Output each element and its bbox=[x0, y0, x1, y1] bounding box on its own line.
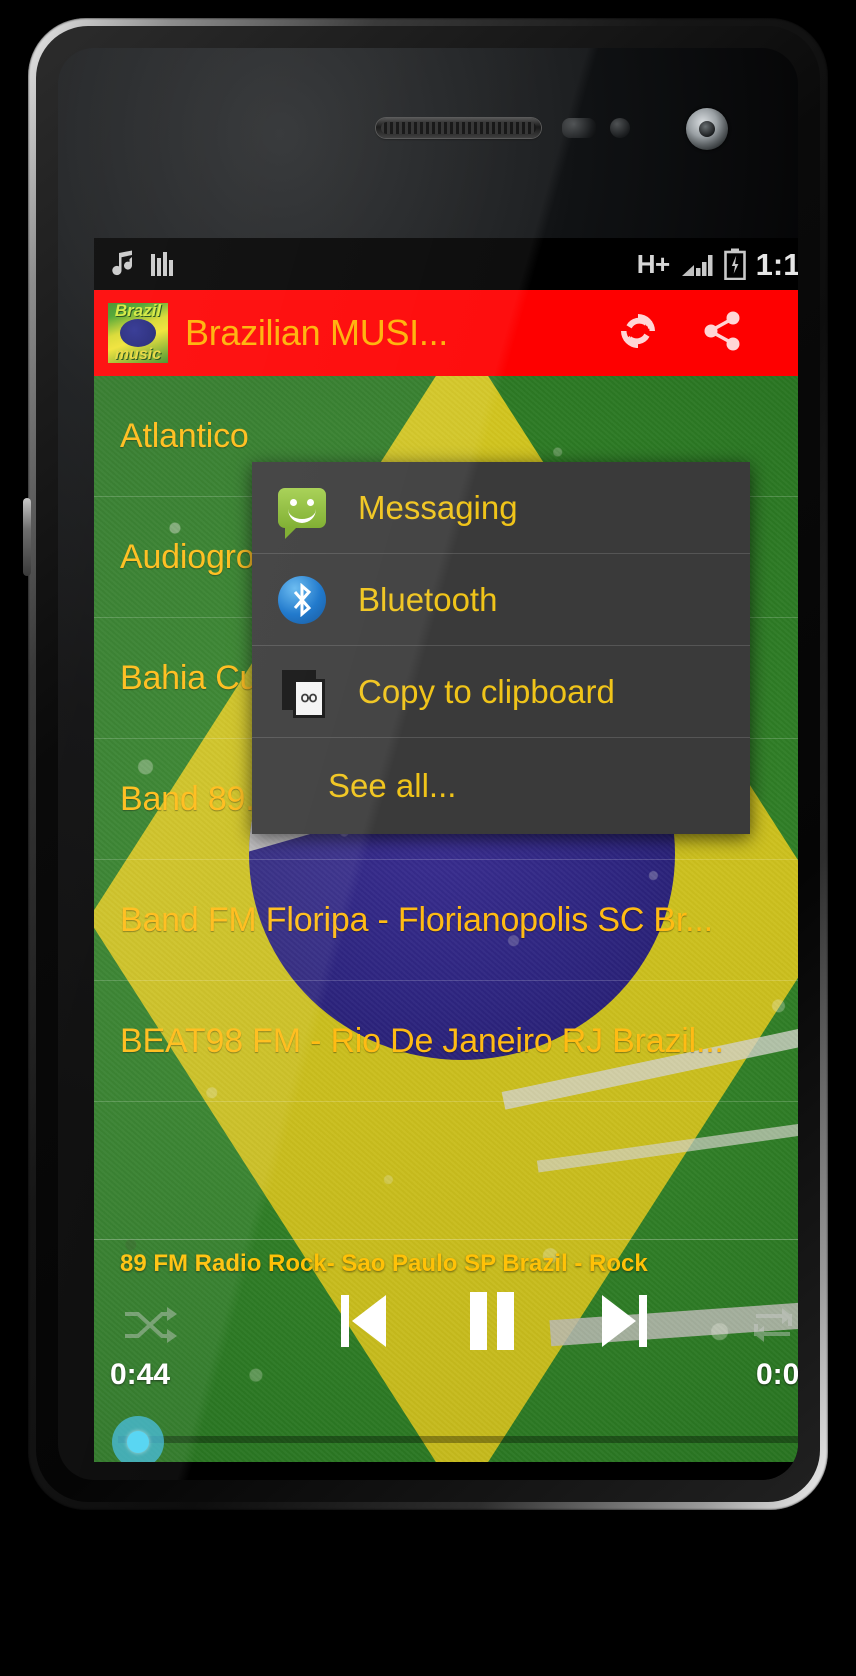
refresh-icon bbox=[615, 308, 661, 359]
app-icon-label-top: Brazil bbox=[114, 303, 162, 320]
repeat-icon bbox=[744, 1304, 798, 1351]
music-note-icon bbox=[108, 249, 136, 279]
next-button[interactable] bbox=[592, 1288, 656, 1358]
android-navigation-bar bbox=[94, 1462, 798, 1480]
player-bar: 89 FM Radio Rock- Sao Paulo SP Brazil - … bbox=[94, 1239, 798, 1462]
phone-frame: H+ 1:1 Brazil music Brazilian MUSI... At… bbox=[23, 18, 828, 1510]
share-item-bluetooth[interactable]: Bluetooth bbox=[252, 554, 750, 646]
app-icon-label-bottom: music bbox=[114, 346, 162, 363]
repeat-button[interactable] bbox=[738, 1300, 798, 1354]
network-type-label: H+ bbox=[636, 249, 670, 279]
action-bar: Brazil music Brazilian MUSI... bbox=[94, 290, 798, 376]
share-icon bbox=[699, 308, 745, 359]
earpiece-speaker-icon bbox=[376, 118, 541, 138]
bluetooth-icon bbox=[276, 574, 328, 626]
skip-next-icon bbox=[596, 1290, 652, 1357]
home-button[interactable] bbox=[387, 1462, 537, 1480]
shuffle-icon bbox=[122, 1305, 180, 1350]
list-item[interactable]: BEAT98 FM - Rio De Janeiro RJ Brazil... bbox=[94, 981, 798, 1102]
skip-previous-icon bbox=[336, 1290, 392, 1357]
share-item-label: See all... bbox=[328, 767, 457, 804]
status-bar: H+ 1:1 bbox=[94, 238, 798, 290]
phone-glass: H+ 1:1 Brazil music Brazilian MUSI... At… bbox=[58, 48, 798, 1480]
station-name: Atlantico bbox=[120, 416, 249, 455]
station-name: Bahia Cu bbox=[120, 658, 259, 697]
clipboard-link-icon bbox=[276, 666, 328, 718]
share-item-see-all[interactable]: See all... bbox=[252, 738, 750, 834]
proximity-sensor-icon bbox=[562, 118, 596, 138]
share-item-label: Bluetooth bbox=[358, 580, 498, 618]
previous-button[interactable] bbox=[332, 1288, 396, 1358]
pause-icon bbox=[464, 1289, 520, 1358]
elapsed-time: 0:44 bbox=[110, 1358, 171, 1391]
seek-bar[interactable] bbox=[94, 1416, 798, 1462]
signal-bars-icon bbox=[680, 249, 714, 279]
volume-rocker-button[interactable] bbox=[23, 498, 31, 576]
refresh-button[interactable] bbox=[596, 290, 680, 376]
phone-inner-bezel: H+ 1:1 Brazil music Brazilian MUSI... At… bbox=[36, 26, 820, 1502]
share-item-label: Copy to clipboard bbox=[358, 672, 615, 710]
status-bar-clock: 1:11 bbox=[755, 246, 798, 282]
shuffle-button[interactable] bbox=[116, 1300, 186, 1354]
share-button[interactable] bbox=[680, 290, 764, 376]
messaging-icon bbox=[276, 482, 328, 539]
share-item-messaging[interactable]: Messaging bbox=[252, 462, 750, 554]
share-item-copy-to-clipboard[interactable]: Copy to clipboard bbox=[252, 646, 750, 738]
station-name: Audiogro bbox=[120, 537, 255, 576]
light-sensor-icon bbox=[610, 118, 630, 138]
seek-thumb[interactable] bbox=[127, 1431, 149, 1453]
play-pause-button[interactable] bbox=[460, 1286, 524, 1360]
device-screen: H+ 1:1 Brazil music Brazilian MUSI... At… bbox=[94, 238, 798, 1462]
app-icon: Brazil music bbox=[108, 303, 168, 363]
overflow-button[interactable] bbox=[764, 290, 798, 376]
front-camera-icon bbox=[686, 108, 728, 150]
station-name: BEAT98 FM - Rio De Janeiro RJ Brazil... bbox=[120, 1021, 724, 1060]
status-bar-notifications bbox=[108, 249, 176, 279]
station-name: Band FM Floripa - Florianopolis SC Br... bbox=[120, 900, 713, 939]
battery-charging-icon bbox=[723, 248, 746, 280]
list-item[interactable]: Band FM Floripa - Florianopolis SC Br... bbox=[94, 860, 798, 981]
seek-track bbox=[118, 1436, 798, 1443]
share-sheet-popup: Messaging Bluetooth Copy to clipboard Se… bbox=[252, 462, 750, 834]
content-area: Atlantico Audiogro Bahia Cu Band 89.1 FM… bbox=[94, 376, 798, 1462]
now-playing-label: 89 FM Radio Rock- Sao Paulo SP Brazil - … bbox=[120, 1250, 648, 1277]
back-button[interactable] bbox=[142, 1462, 292, 1480]
equalizer-icon bbox=[150, 249, 176, 279]
page-title: Brazilian MUSI... bbox=[185, 312, 448, 353]
app-icon-globe bbox=[120, 319, 156, 347]
action-bar-buttons bbox=[596, 290, 798, 376]
total-time: 0:00 bbox=[755, 1358, 798, 1391]
recents-button[interactable] bbox=[632, 1462, 782, 1480]
status-bar-system: H+ 1:1 bbox=[637, 248, 798, 280]
share-item-label: Messaging bbox=[358, 488, 518, 526]
earpiece-mesh bbox=[381, 122, 536, 134]
